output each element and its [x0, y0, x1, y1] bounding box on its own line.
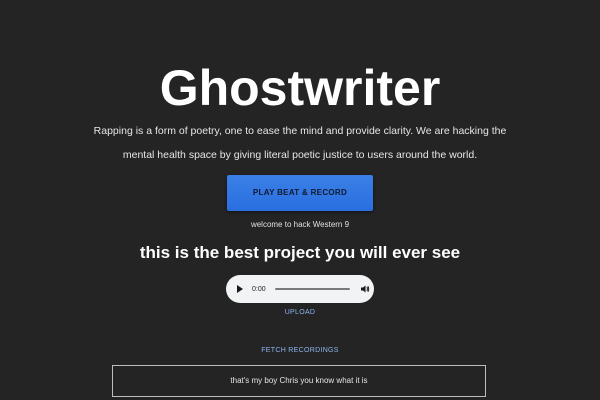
- welcome-text: welcome to hack Western 9: [250, 220, 350, 229]
- fetch-recordings-link[interactable]: FETCH RECORDINGS: [0, 347, 600, 354]
- upload-link[interactable]: UPLOAD: [0, 309, 600, 316]
- tagline: this is the best project you will ever s…: [139, 243, 461, 262]
- app-title: Ghostwriter: [159, 60, 441, 116]
- app-description: Rapping is a form of poetry, one to ease…: [93, 125, 507, 161]
- audio-progress-track[interactable]: [275, 288, 350, 290]
- audio-current-time: 0:00: [252, 285, 266, 293]
- play-beat-record-button[interactable]: PLAY BEAT & RECORD: [227, 175, 373, 211]
- recording-list-item[interactable]: that's my boy Chris you know what it is: [112, 365, 486, 397]
- play-icon[interactable]: [237, 285, 243, 293]
- volume-icon[interactable]: [360, 284, 370, 294]
- audio-player: 0:00: [226, 275, 374, 303]
